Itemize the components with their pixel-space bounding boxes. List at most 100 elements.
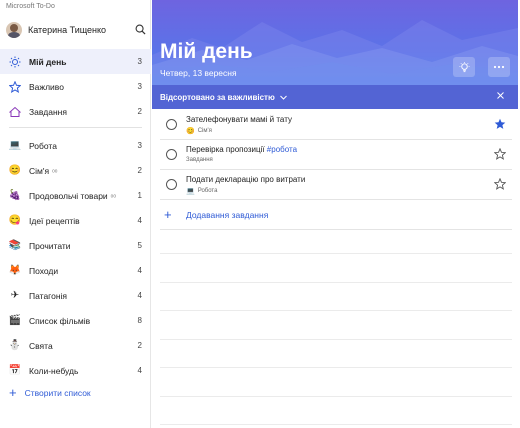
sidebar-item-count: 2 <box>137 166 142 175</box>
sidebar-item-patagonia[interactable]: ✈ Патагонія 4 <box>0 283 151 308</box>
task-title: Подати декларацію про витрати <box>186 175 306 184</box>
empty-row-line <box>160 424 512 425</box>
sidebar-item-count: 3 <box>137 82 142 91</box>
sidebar-item-count: 2 <box>137 107 142 116</box>
star-outline-icon[interactable] <box>494 178 506 190</box>
family-emoji-icon: 😊 <box>186 128 195 135</box>
user-profile[interactable]: Катерина Тищенко <box>6 20 146 40</box>
sidebar-item-label: Продовольчі товари <box>29 190 108 201</box>
laptop-emoji-icon: 💻 <box>186 188 195 195</box>
lightbulb-icon <box>458 61 470 72</box>
plus-icon: + <box>164 206 172 222</box>
empty-row-line <box>160 367 512 368</box>
task-list: Зателефонувати мамі й тату 😊 Сім'я Переві… <box>160 110 512 230</box>
sidebar-item-count: 4 <box>137 266 142 275</box>
empty-row-line <box>160 282 512 283</box>
home-icon <box>9 106 21 118</box>
task-tag[interactable]: #робота <box>267 145 297 154</box>
books-emoji-icon: 📚 <box>8 240 22 251</box>
sidebar-item-work[interactable]: 💻 Робота 3 <box>0 133 151 158</box>
task-list-name: Завдання <box>186 157 213 163</box>
task-title: Перевірка пропозиції <box>186 145 267 154</box>
sidebar-item-label: Походи <box>29 265 59 276</box>
sidebar-item-label: Мій день <box>29 56 67 67</box>
avatar <box>6 22 22 38</box>
complete-checkbox[interactable] <box>166 179 177 190</box>
main-panel: Мій день Четвер, 13 вересня Відсортовано… <box>152 0 520 428</box>
task-list-name: Сім'я <box>197 128 212 134</box>
app-title: Microsoft To-Do <box>6 3 55 10</box>
sidebar-item-label: Робота <box>29 140 57 151</box>
grapes-emoji-icon: 🍇 <box>8 190 22 201</box>
user-name: Катерина Тищенко <box>28 25 107 35</box>
chevron-down-icon <box>279 93 287 102</box>
airplane-emoji-icon: ✈ <box>10 290 20 301</box>
film-emoji-icon: 🎬 <box>8 315 22 326</box>
task-list-name: Робота <box>197 188 218 194</box>
plus-icon: + <box>9 385 17 400</box>
sidebar-item-label: Свята <box>29 340 53 351</box>
sidebar-item-count: 3 <box>137 141 142 150</box>
sidebar-item-count: 4 <box>137 366 142 375</box>
sidebar-item-label: Ідеї рецептів <box>29 215 80 226</box>
task-row[interactable]: Перевірка пропозиції #робота Завдання <box>160 140 512 170</box>
sidebar-item-count: 3 <box>137 57 142 66</box>
sidebar-item-count: 1 <box>137 191 142 200</box>
sidebar-item-important[interactable]: Важливо 3 <box>0 74 151 99</box>
sidebar-item-label: Список фільмів <box>29 315 91 326</box>
sidebar-item-tasks[interactable]: Завдання 2 <box>0 99 151 124</box>
sidebar-item-movie-list[interactable]: 🎬 Список фільмів 8 <box>0 308 151 333</box>
more-options-button[interactable] <box>488 57 510 77</box>
sidebar-item-holidays[interactable]: ⛄ Свята 2 <box>0 333 151 358</box>
smart-lists: Мій день 3 Важливо 3 Завдання 2 <box>0 49 151 124</box>
sidebar-item-to-read[interactable]: 📚 Прочитати 5 <box>0 233 151 258</box>
create-list-label: Створити список <box>24 388 91 398</box>
sidebar-item-my-day[interactable]: Мій день 3 <box>0 49 151 74</box>
sidebar-item-recipe-ideas[interactable]: 😋 Ідеї рецептів 4 <box>0 208 151 233</box>
sidebar-item-label: Коли-небудь <box>29 365 79 376</box>
custom-lists: 💻 Робота 3 😊 Сім'я ᵒᵒ 2 🍇 Продовольчі тов… <box>0 133 151 383</box>
sidebar-item-count: 4 <box>137 216 142 225</box>
star-icon <box>9 80 21 93</box>
sidebar: Microsoft To-Do Катерина Тищенко Мій ден… <box>0 0 151 428</box>
laptop-emoji-icon: 💻 <box>8 140 22 151</box>
family-emoji-icon: 😊 <box>8 165 22 176</box>
yum-emoji-icon: 😋 <box>8 215 22 226</box>
sort-bar[interactable]: Відсортовано за важливістю <box>152 85 518 109</box>
empty-row-line <box>160 339 512 340</box>
create-list-button[interactable]: + Створити список <box>9 385 91 400</box>
add-task-button[interactable]: + Додавання завдання <box>160 200 512 230</box>
sidebar-item-count: 4 <box>137 291 142 300</box>
complete-checkbox[interactable] <box>166 119 177 130</box>
sidebar-item-label: Сім'я <box>29 165 50 176</box>
sidebar-item-count: 2 <box>137 341 142 350</box>
suggestions-button[interactable] <box>453 57 475 77</box>
page-title: Мій день <box>160 40 253 63</box>
sidebar-item-label: Патагонія <box>29 290 68 301</box>
empty-row-line <box>160 310 512 311</box>
sidebar-item-count: 8 <box>137 316 142 325</box>
task-row[interactable]: Подати декларацію про витрати 💻 Робота <box>160 170 512 200</box>
snowman-emoji-icon: ⛄ <box>8 340 22 351</box>
sidebar-item-hikes[interactable]: 🦊 Походи 4 <box>0 258 151 283</box>
task-title: Зателефонувати мамі й тату <box>186 115 292 124</box>
empty-row-line <box>160 396 512 397</box>
add-task-label: Додавання завдання <box>186 209 269 220</box>
sidebar-item-label: Завдання <box>29 106 67 117</box>
close-icon[interactable] <box>497 91 504 102</box>
page-date: Четвер, 13 вересня <box>160 68 237 78</box>
task-row[interactable]: Зателефонувати мамі й тату 😊 Сім'я <box>160 110 512 140</box>
header-banner: Мій день Четвер, 13 вересня <box>152 0 518 85</box>
star-outline-icon[interactable] <box>494 148 506 160</box>
sidebar-divider <box>9 127 142 128</box>
sidebar-item-someday[interactable]: 📅 Коли-небудь 4 <box>0 358 151 383</box>
shared-icon: ᵒᵒ <box>52 168 58 176</box>
star-filled-icon[interactable] <box>494 118 506 130</box>
search-icon[interactable] <box>135 24 146 35</box>
sidebar-item-groceries[interactable]: 🍇 Продовольчі товари ᵒᵒ 1 <box>0 183 151 208</box>
sidebar-item-family[interactable]: 😊 Сім'я ᵒᵒ 2 <box>0 158 151 183</box>
more-icon <box>493 65 505 69</box>
fox-emoji-icon: 🦊 <box>8 265 22 276</box>
complete-checkbox[interactable] <box>166 149 177 160</box>
shared-icon: ᵒᵒ <box>110 193 116 201</box>
